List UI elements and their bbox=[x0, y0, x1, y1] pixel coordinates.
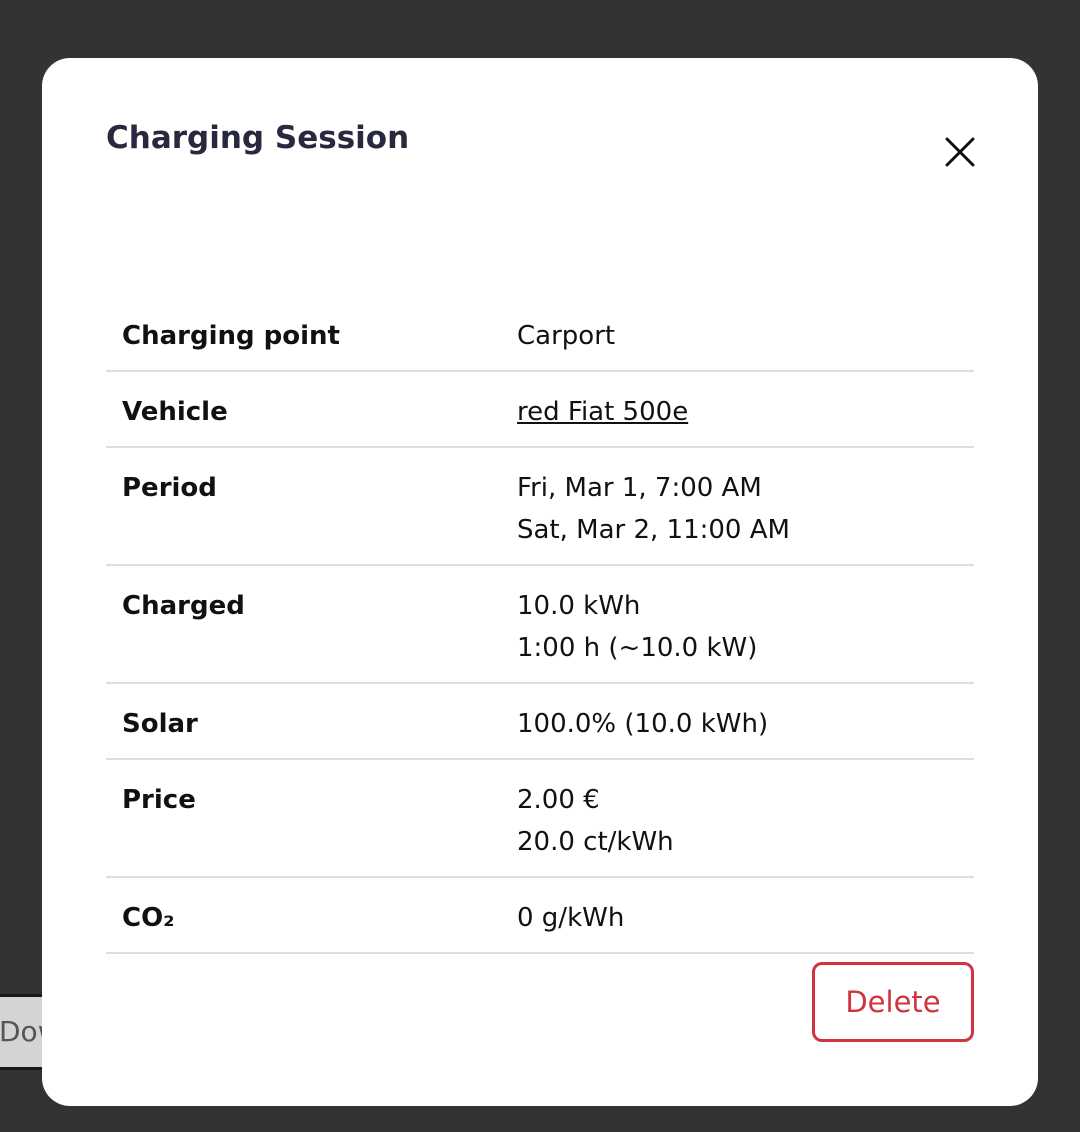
solar-value: 100.0% (10.0 kWh) bbox=[517, 709, 769, 739]
charged-row: Charged 10.0 kWh 1:00 h (~10.0 kW) bbox=[106, 566, 974, 684]
co2-row: CO₂ 0 g/kWh bbox=[106, 878, 974, 954]
close-icon bbox=[945, 137, 975, 167]
period-label: Period bbox=[122, 473, 217, 503]
close-button[interactable] bbox=[936, 128, 984, 176]
charged-duration: 1:00 h (~10.0 kW) bbox=[517, 633, 758, 663]
charging-session-modal: Charging Session Charging point Carport … bbox=[42, 58, 1038, 1106]
period-start: Fri, Mar 1, 7:00 AM bbox=[517, 473, 762, 503]
delete-button[interactable]: Delete bbox=[812, 962, 974, 1042]
charging-point-value: Carport bbox=[517, 321, 616, 351]
charged-energy: 10.0 kWh bbox=[517, 591, 641, 621]
co2-value: 0 g/kWh bbox=[517, 903, 625, 933]
solar-label: Solar bbox=[122, 709, 198, 739]
modal-title: Charging Session bbox=[106, 120, 410, 156]
price-label: Price bbox=[122, 785, 196, 815]
solar-row: Solar 100.0% (10.0 kWh) bbox=[106, 684, 974, 760]
price-row: Price 2.00 € 20.0 ct/kWh bbox=[106, 760, 974, 878]
vehicle-label: Vehicle bbox=[122, 397, 228, 427]
charged-label: Charged bbox=[122, 591, 245, 621]
charging-point-row: Charging point Carport bbox=[106, 296, 974, 372]
session-details-table: Charging point Carport Vehicle red Fiat … bbox=[106, 296, 974, 954]
period-end: Sat, Mar 2, 11:00 AM bbox=[517, 515, 790, 545]
vehicle-link[interactable]: red Fiat 500e bbox=[517, 397, 688, 427]
charging-point-label: Charging point bbox=[122, 321, 340, 351]
co2-label: CO₂ bbox=[122, 903, 175, 933]
vehicle-row: Vehicle red Fiat 500e bbox=[106, 372, 974, 448]
price-total: 2.00 € bbox=[517, 785, 600, 815]
period-row: Period Fri, Mar 1, 7:00 AM Sat, Mar 2, 1… bbox=[106, 448, 974, 566]
price-per-kwh: 20.0 ct/kWh bbox=[517, 827, 674, 857]
